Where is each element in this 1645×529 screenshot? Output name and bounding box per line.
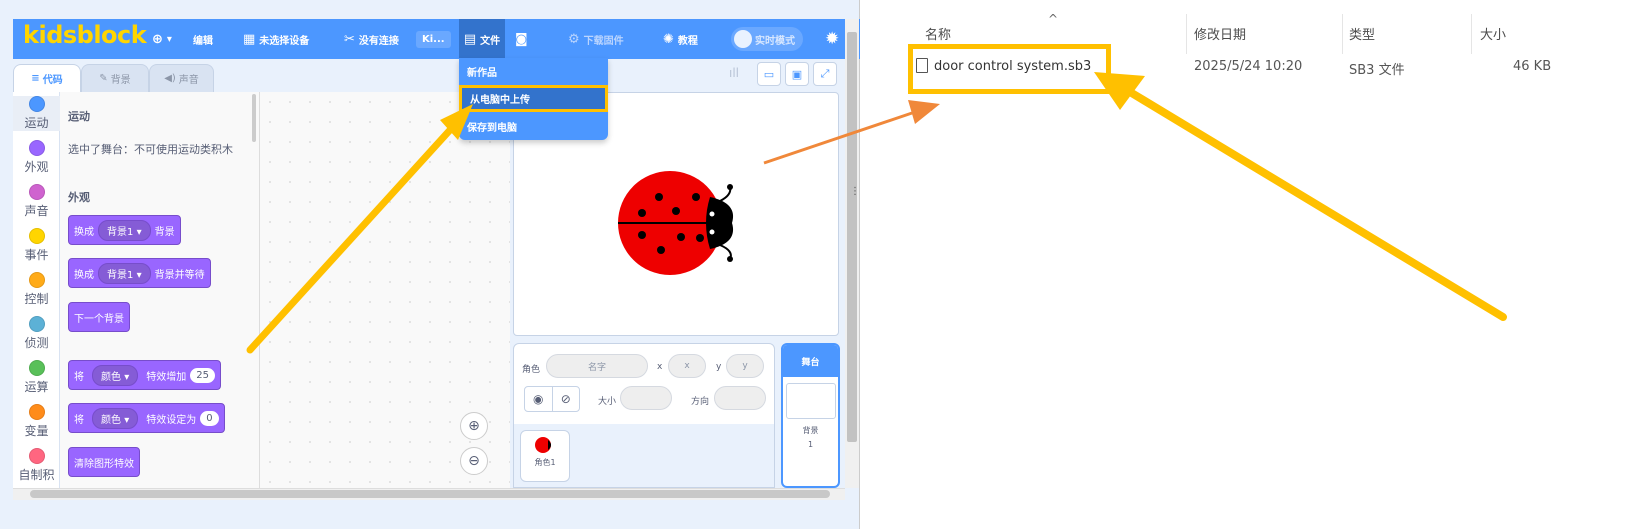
orange-arrow-head — [908, 100, 940, 124]
annotation-arrows — [246, 72, 1507, 354]
arrow-to-upload-line — [246, 126, 454, 354]
orange-arrow-line — [763, 110, 916, 165]
arrow-to-file-head — [1094, 72, 1145, 110]
arrow-to-file-line — [1126, 88, 1507, 321]
